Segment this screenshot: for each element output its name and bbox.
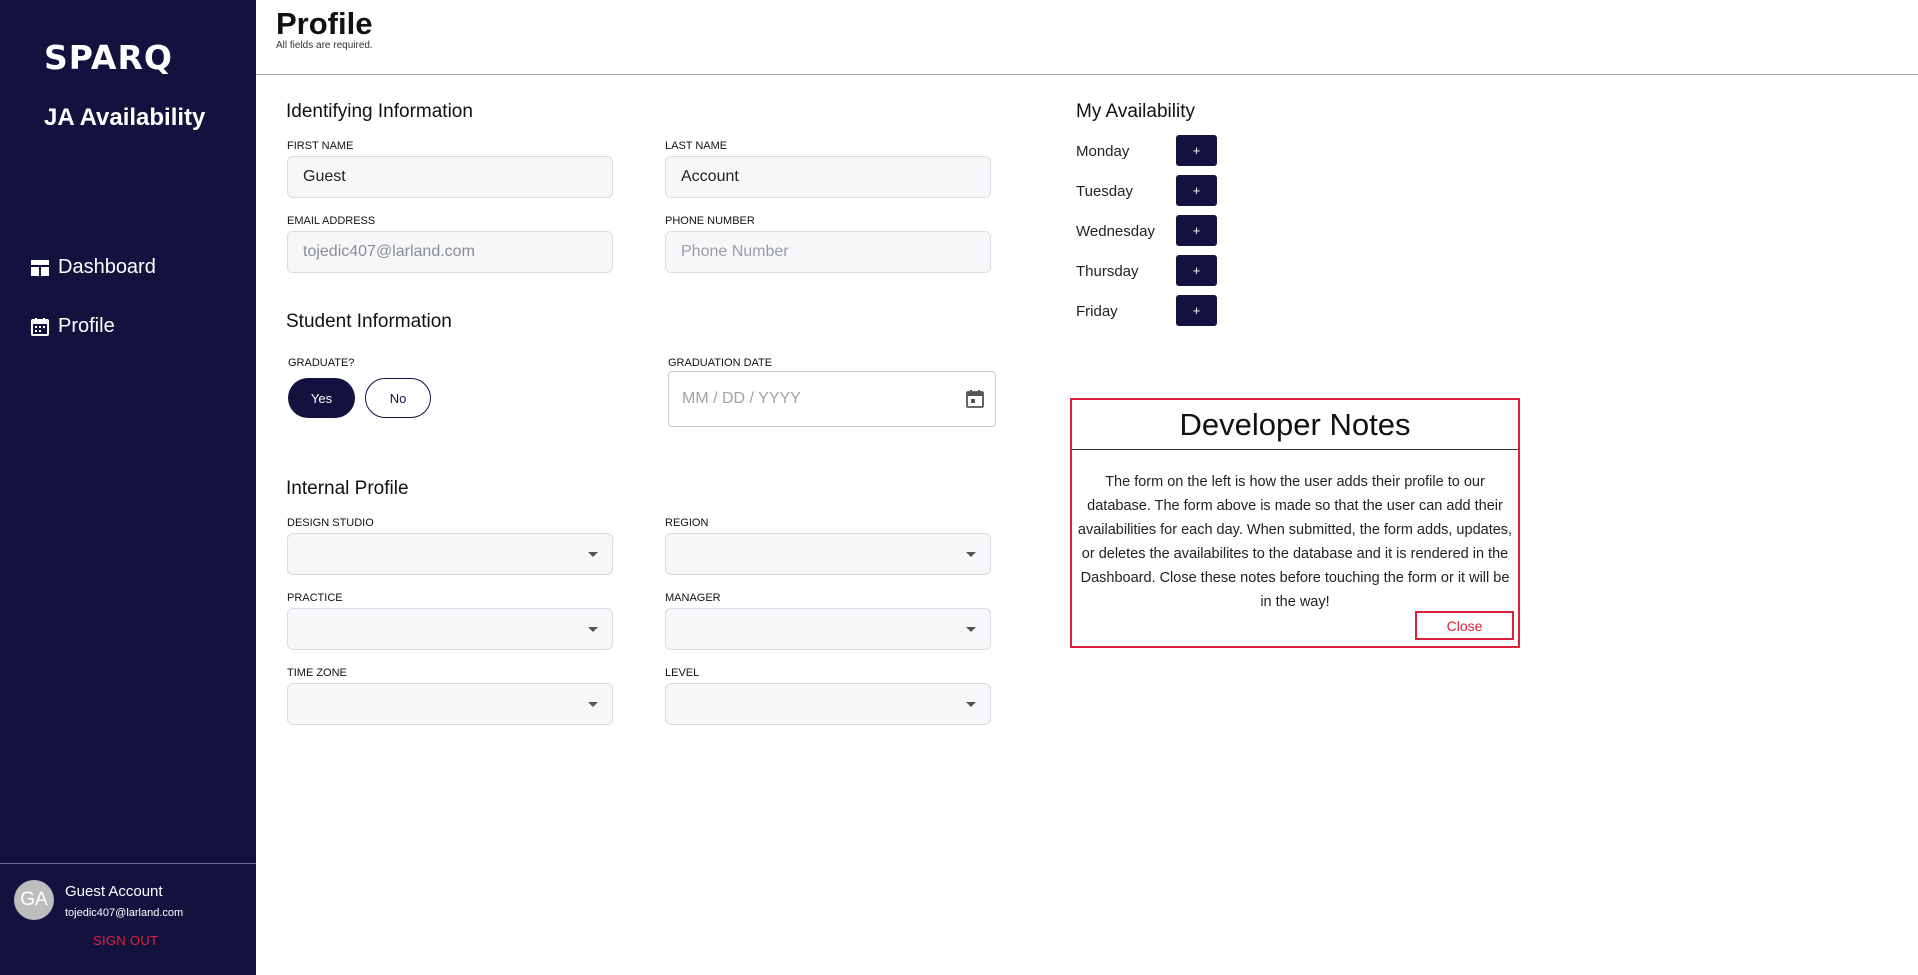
add-tuesday-button[interactable]: + xyxy=(1176,175,1217,206)
day-label-wednesday: Wednesday xyxy=(1076,223,1155,240)
developer-notes-panel: Developer Notes The form on the left is … xyxy=(1070,398,1520,648)
chevron-down-icon xyxy=(966,552,976,557)
day-label-friday: Friday xyxy=(1076,303,1118,320)
sidebar-item-label: Dashboard xyxy=(58,256,156,278)
phone-field[interactable] xyxy=(665,231,991,273)
graduation-date-field[interactable]: MM / DD / YYYY xyxy=(668,371,996,427)
add-thursday-button[interactable]: + xyxy=(1176,255,1217,286)
add-friday-button[interactable]: + xyxy=(1176,295,1217,326)
practice-label: PRACTICE xyxy=(287,592,343,604)
day-label-tuesday: Tuesday xyxy=(1076,183,1133,200)
first-name-field[interactable] xyxy=(287,156,613,198)
calendar-icon xyxy=(31,317,49,336)
day-label-monday: Monday xyxy=(1076,143,1130,160)
practice-select[interactable] xyxy=(287,608,613,650)
manager-label: MANAGER xyxy=(665,592,721,604)
sidebar-item-dashboard[interactable]: Dashboard xyxy=(30,256,156,279)
graduation-date-placeholder: MM / DD / YYYY xyxy=(682,390,801,407)
section-title-identifying: Identifying Information xyxy=(286,101,473,122)
section-title-student: Student Information xyxy=(286,311,452,332)
sidebar-divider xyxy=(0,863,256,864)
manager-select[interactable] xyxy=(665,608,991,650)
add-monday-button[interactable]: + xyxy=(1176,135,1217,166)
design-studio-label: DESIGN STUDIO xyxy=(287,517,374,529)
brand-logo: SPARQ xyxy=(44,38,173,77)
page-header: Profile All fields are required. xyxy=(256,0,1918,75)
phone-label: PHONE NUMBER xyxy=(665,215,755,227)
last-name-field[interactable] xyxy=(665,156,991,198)
calendar-icon[interactable] xyxy=(965,389,985,409)
section-title-availability: My Availability xyxy=(1076,101,1195,122)
first-name-label: FIRST NAME xyxy=(287,140,354,152)
sign-out-button[interactable]: SIGN OUT xyxy=(93,933,158,948)
sidebar-item-profile[interactable]: Profile xyxy=(30,315,115,338)
page-title: Profile xyxy=(276,6,373,41)
app-name: JA Availability xyxy=(44,104,206,131)
day-label-thursday: Thursday xyxy=(1076,263,1139,280)
add-wednesday-button[interactable]: + xyxy=(1176,215,1217,246)
chevron-down-icon xyxy=(966,627,976,632)
graduate-yes-toggle[interactable]: Yes xyxy=(288,378,355,418)
close-notes-button[interactable]: Close xyxy=(1415,611,1514,640)
user-email: tojedic407@larland.com xyxy=(65,907,184,919)
region-label: REGION xyxy=(665,517,709,529)
dashboard-icon xyxy=(31,259,49,276)
time-zone-label: TIME ZONE xyxy=(287,667,347,679)
user-name: Guest Account xyxy=(65,883,163,900)
level-select[interactable] xyxy=(665,683,991,725)
sidebar-item-label: Profile xyxy=(58,315,115,337)
design-studio-select[interactable] xyxy=(287,533,613,575)
chevron-down-icon xyxy=(588,702,598,707)
app-root: SPARQ JA Availability Dashboard Profile … xyxy=(0,0,1918,975)
graduate-no-toggle[interactable]: No xyxy=(365,378,431,418)
email-label: EMAIL ADDRESS xyxy=(287,215,376,227)
graduation-date-label: GRADUATION DATE xyxy=(668,357,773,369)
level-label: LEVEL xyxy=(665,667,700,679)
chevron-down-icon xyxy=(966,702,976,707)
time-zone-select[interactable] xyxy=(287,683,613,725)
chevron-down-icon xyxy=(588,552,598,557)
developer-notes-title: Developer Notes xyxy=(1072,400,1518,450)
region-select[interactable] xyxy=(665,533,991,575)
graduate-label: GRADUATE? xyxy=(288,357,355,369)
email-field[interactable] xyxy=(287,231,613,273)
sidebar: SPARQ JA Availability Dashboard Profile … xyxy=(0,0,256,975)
section-title-internal: Internal Profile xyxy=(286,478,409,499)
page-subtitle: All fields are required. xyxy=(276,40,373,51)
chevron-down-icon xyxy=(588,627,598,632)
avatar: GA xyxy=(14,880,54,920)
last-name-label: LAST NAME xyxy=(665,140,728,152)
developer-notes-body: The form on the left is how the user add… xyxy=(1077,474,1513,610)
